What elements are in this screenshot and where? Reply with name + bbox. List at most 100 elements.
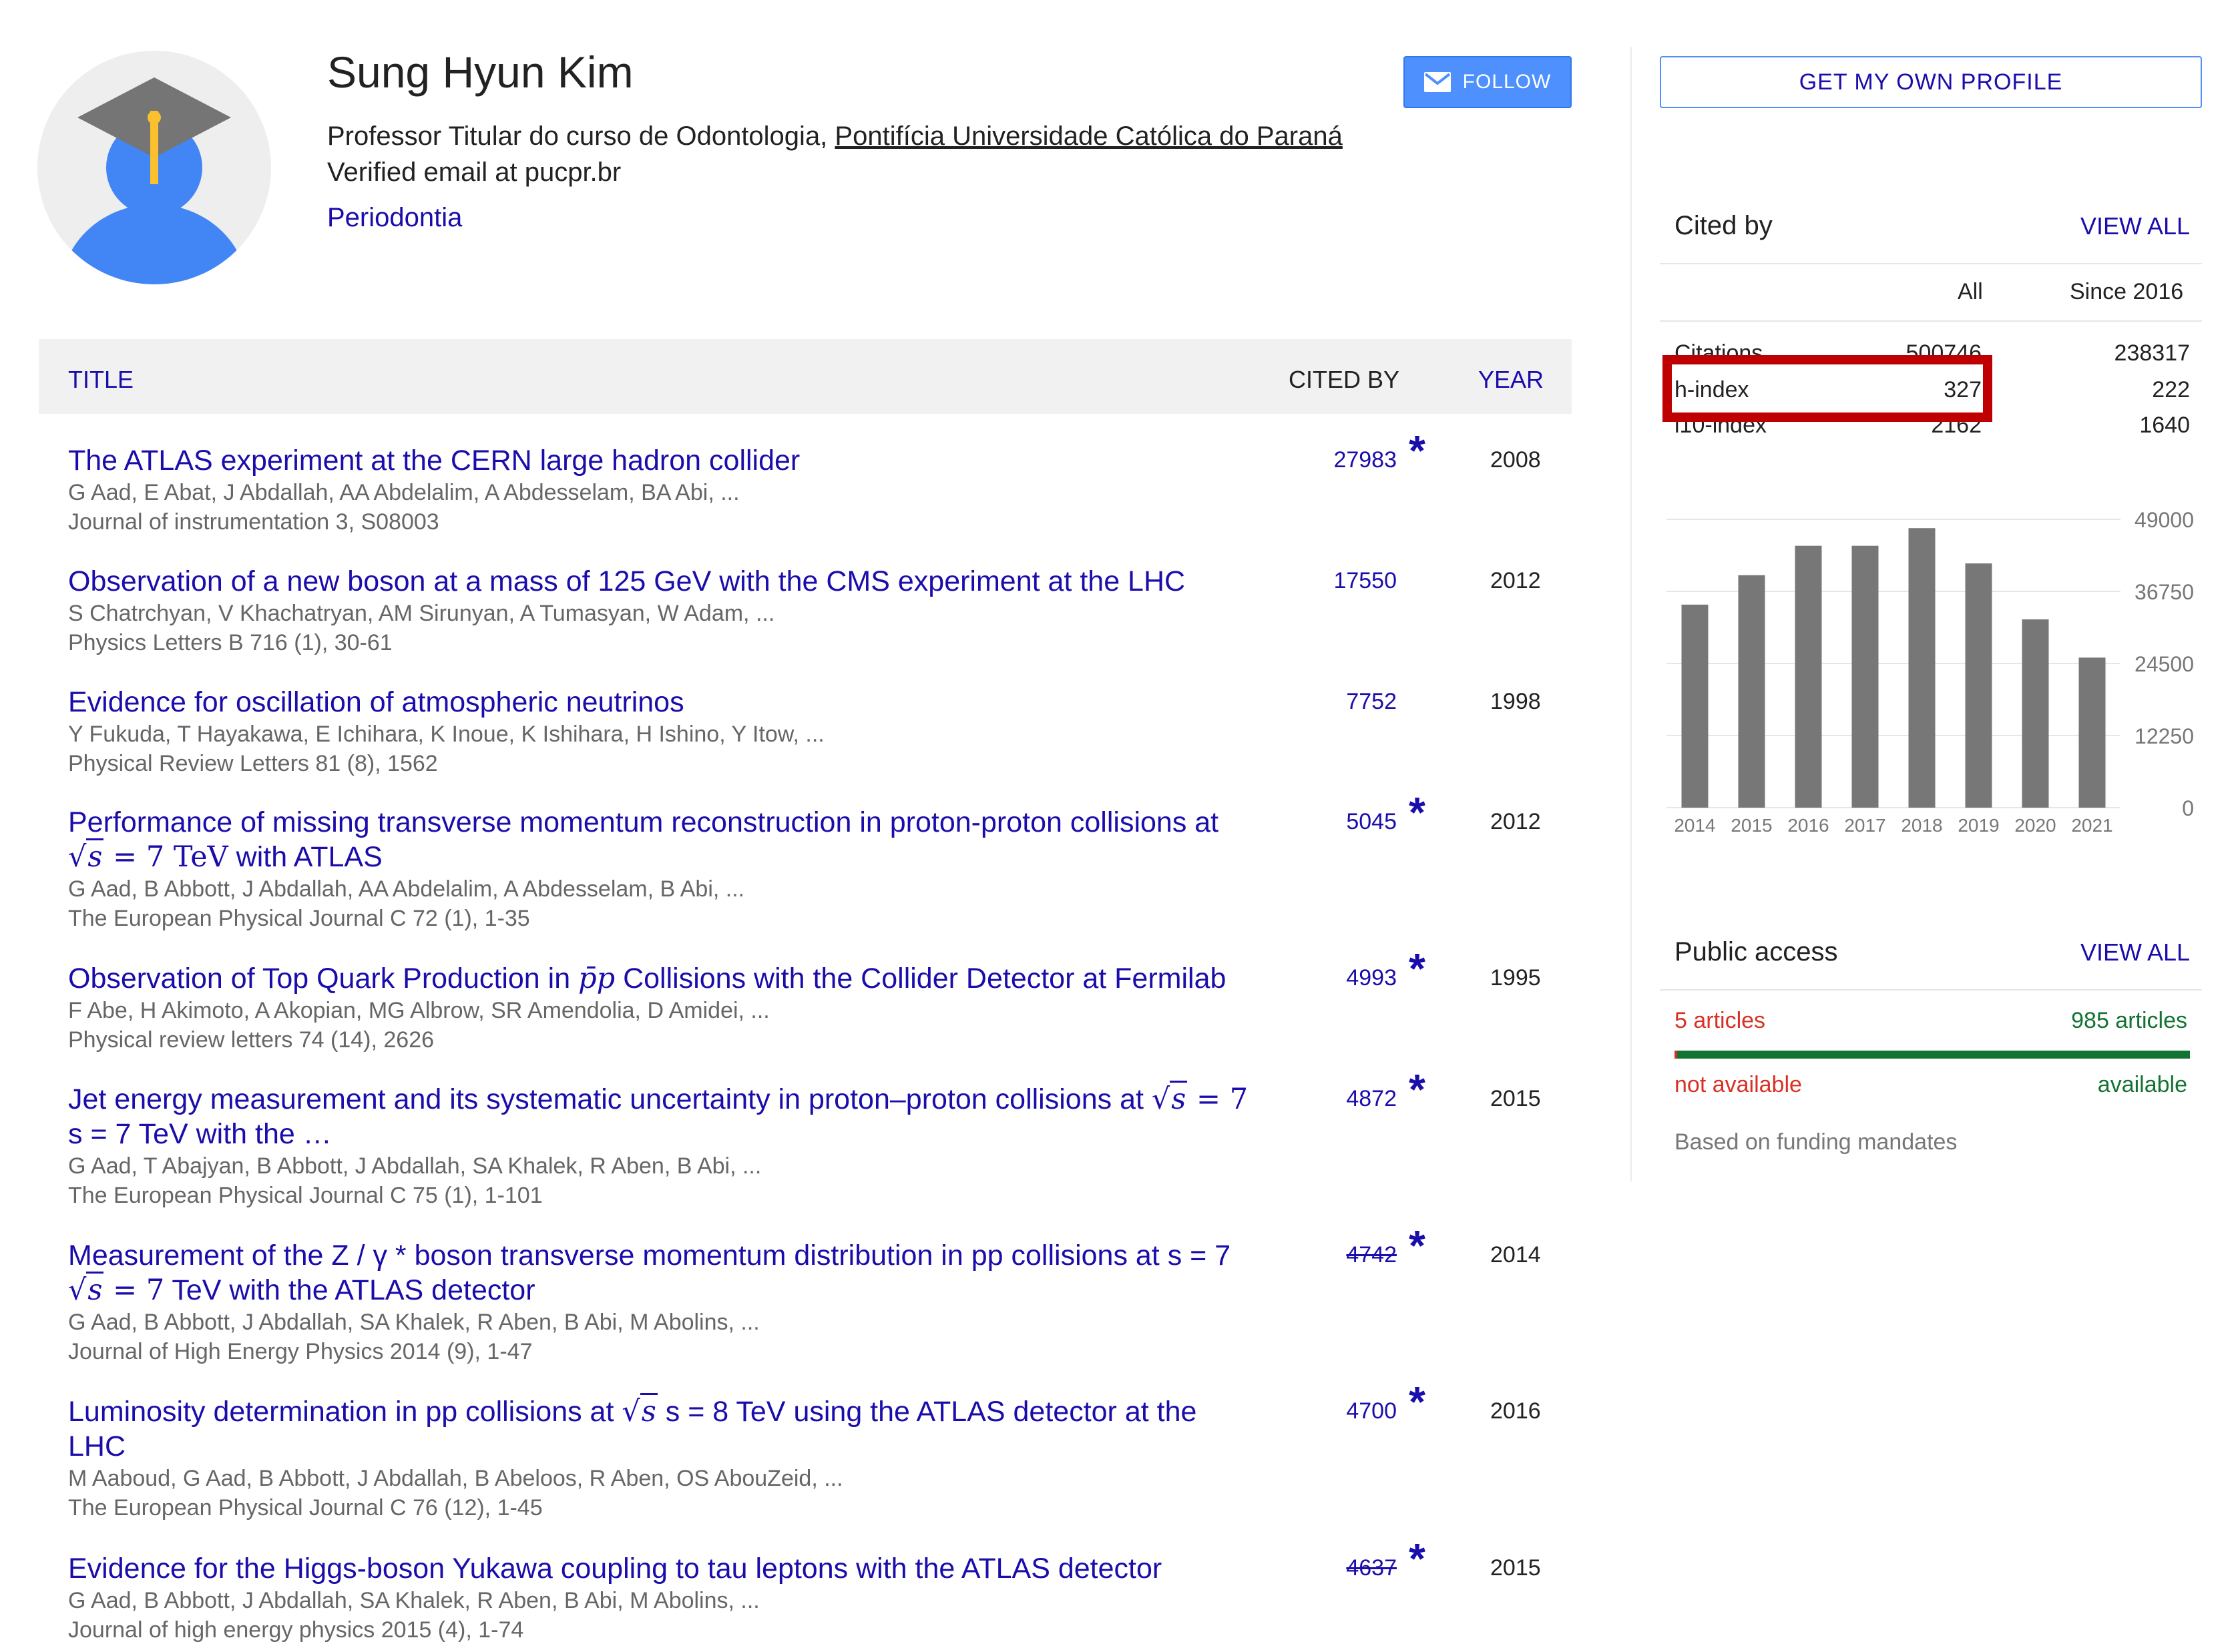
merged-citations-star[interactable]: *	[1409, 944, 1425, 993]
sort-by-year[interactable]: YEAR	[1478, 366, 1544, 394]
article-row: Evidence for the Higgs-boson Yukawa coup…	[68, 1535, 1557, 1645]
merged-citations-star[interactable]: *	[1409, 426, 1425, 475]
article-authors: G Aad, B Abbott, J Abdallah, SA Khalek, …	[68, 1310, 760, 1335]
cited-count-link[interactable]: 27983	[1333, 447, 1397, 473]
column-divider	[1630, 47, 1632, 1181]
article-year: 2016	[1490, 1398, 1541, 1424]
cited-count-link[interactable]: 4637	[1346, 1555, 1397, 1581]
stat-since: 238317	[2114, 340, 2190, 366]
article-year: 2012	[1490, 568, 1541, 593]
formula-tail: = 7	[103, 1274, 165, 1307]
x-tick-label: 2016	[1787, 815, 1829, 836]
stat-since: 1640	[2139, 412, 2190, 438]
title-suffix: Collisions with the Collider Detector at…	[615, 962, 1226, 995]
article-title-link[interactable]: Luminosity determination in pp collision…	[68, 1393, 1283, 1464]
sort-by-title[interactable]: TITLE	[68, 366, 134, 394]
article-title-link[interactable]: Evidence for the Higgs-boson Yukawa coup…	[68, 1551, 1283, 1586]
affiliation-link[interactable]: Pontifícia Universidade Católica do Para…	[835, 121, 1342, 151]
title-text: Jet energy measurement and its systemati…	[68, 1083, 1144, 1115]
cited-count-link[interactable]: 5045	[1346, 809, 1397, 835]
title-suffix: TeV with the ATLAS detector	[164, 1274, 535, 1306]
merged-citations-star[interactable]: *	[1409, 1065, 1425, 1114]
article-title-link[interactable]: Jet energy measurement and its systemati…	[68, 1081, 1283, 1151]
follow-button[interactable]: FOLLOW	[1403, 56, 1572, 108]
article-authors: F Abe, H Akimoto, A Akopian, MG Albrow, …	[68, 998, 770, 1023]
article-row: Observation of Top Quark Production in p…	[68, 944, 1557, 1055]
article-venue: The European Physical Journal C 75 (1), …	[68, 1183, 543, 1208]
stat-label: h-index	[1674, 377, 1755, 403]
public-access-available-bar	[1674, 1051, 2190, 1059]
citation-bar-2018[interactable]	[1908, 528, 1936, 808]
chart-y-ticks: 49000 36750 24500 12250 0	[2135, 508, 2194, 820]
article-venue: Journal of High Energy Physics 2014 (9),…	[68, 1339, 533, 1364]
sqrt-s-formula: √s = 7 TeV	[68, 838, 228, 874]
cited-count-link[interactable]: 4993	[1346, 965, 1397, 991]
research-interest-link[interactable]: Periodontia	[327, 203, 462, 233]
profile-email: Verified email at pucpr.br	[327, 158, 622, 187]
available-count-link[interactable]: 985 articles	[2071, 1008, 2187, 1034]
article-title-link[interactable]: The ATLAS experiment at the CERN large h…	[68, 443, 1283, 478]
x-tick-label: 2019	[1958, 815, 1999, 836]
not-available-count-link[interactable]: 5 articles	[1674, 1008, 1765, 1034]
article-title-link[interactable]: Measurement of the Z / γ * boson transve…	[68, 1238, 1283, 1308]
merged-citations-star[interactable]: *	[1409, 788, 1425, 837]
cited-count-link[interactable]: 4700	[1346, 1398, 1397, 1424]
article-authors: G Aad, B Abbott, J Abdallah, AA Abdelali…	[68, 876, 745, 902]
cited-by-view-all-link[interactable]: VIEW ALL	[2080, 212, 2190, 240]
merged-citations-star[interactable]: *	[1409, 1221, 1425, 1270]
formula-tail: = 7 TeV	[103, 840, 228, 874]
article-venue: Journal of high energy physics 2015 (4),…	[68, 1617, 524, 1643]
cited-count-link[interactable]: 17550	[1333, 568, 1397, 594]
title-text: Performance of missing transverse moment…	[68, 806, 1219, 838]
title-line-two: LHC	[68, 1430, 126, 1462]
article-row: Jet energy measurement and its systemati…	[68, 1065, 1557, 1210]
funding-mandates-note: Based on funding mandates	[1674, 1129, 1958, 1155]
article-authors: G Aad, T Abajyan, B Abbott, J Abdallah, …	[68, 1153, 762, 1179]
col-header-since: Since 2016	[2070, 279, 2184, 304]
article-authors: G Aad, B Abbott, J Abdallah, SA Khalek, …	[68, 1588, 760, 1613]
citation-bar-2014[interactable]	[1681, 604, 1709, 808]
citation-bar-2015[interactable]	[1738, 575, 1765, 808]
y-tick-label: 24500	[2135, 652, 2194, 676]
formula-variable: s	[86, 1272, 104, 1307]
article-authors: G Aad, E Abat, J Abdallah, AA Abdelalim,…	[68, 480, 740, 505]
citation-bar-2019[interactable]	[1965, 563, 1992, 808]
merged-citations-star[interactable]: *	[1409, 1377, 1425, 1426]
citation-bar-2017[interactable]	[1851, 545, 1879, 808]
x-tick-label: 2015	[1731, 815, 1772, 836]
cited-count-link[interactable]: 4872	[1346, 1086, 1397, 1112]
merged-citations-star[interactable]: *	[1409, 1534, 1425, 1583]
get-my-own-profile-button[interactable]: GET MY OWN PROFILE	[1660, 56, 2202, 108]
article-title-link[interactable]: Performance of missing transverse moment…	[68, 805, 1283, 874]
stat-all: 327	[1938, 377, 1982, 403]
divider	[1660, 320, 2202, 322]
article-title-link[interactable]: Observation of Top Quark Production in p…	[68, 961, 1283, 996]
article-year: 2015	[1490, 1555, 1541, 1581]
article-row: Measurement of the Z / γ * boson transve…	[68, 1221, 1557, 1366]
citation-bar-2016[interactable]	[1795, 545, 1822, 808]
available-label: available	[2097, 1072, 2187, 1097]
article-venue: Journal of instrumentation 3, S08003	[68, 509, 439, 535]
public-access-unavailable-bar	[1674, 1051, 1677, 1059]
title-suffix: with ATLAS	[228, 841, 383, 873]
x-tick-label: 2014	[1674, 815, 1715, 836]
cited-count-link[interactable]: 7752	[1346, 689, 1397, 715]
not-available-label: not available	[1674, 1072, 1802, 1097]
article-venue: The European Physical Journal C 76 (12),…	[68, 1495, 543, 1521]
chart-bars	[1681, 528, 2106, 808]
article-title-link[interactable]: Evidence for oscillation of atmospheric …	[68, 685, 1283, 720]
article-year: 2008	[1490, 447, 1541, 473]
sqrt-s-formula: √s	[622, 1393, 658, 1428]
citation-bar-2021[interactable]	[2078, 657, 2106, 808]
article-title-link[interactable]: Observation of a new boson at a mass of …	[68, 564, 1283, 599]
divider	[1660, 263, 2202, 264]
title-suffix: s = 8 TeV using the ATLAS detector at th…	[657, 1396, 1197, 1428]
public-access-view-all-link[interactable]: VIEW ALL	[2080, 938, 2190, 967]
divider	[1660, 989, 2202, 991]
articles-table-header: TITLE CITED BY YEAR	[39, 339, 1572, 414]
formula-variable: s	[1170, 1081, 1188, 1116]
article-row: Luminosity determination in pp collision…	[68, 1378, 1557, 1523]
citation-bar-2020[interactable]	[2022, 619, 2049, 808]
article-year: 1998	[1490, 689, 1541, 714]
cited-count-link[interactable]: 4742	[1346, 1242, 1397, 1268]
